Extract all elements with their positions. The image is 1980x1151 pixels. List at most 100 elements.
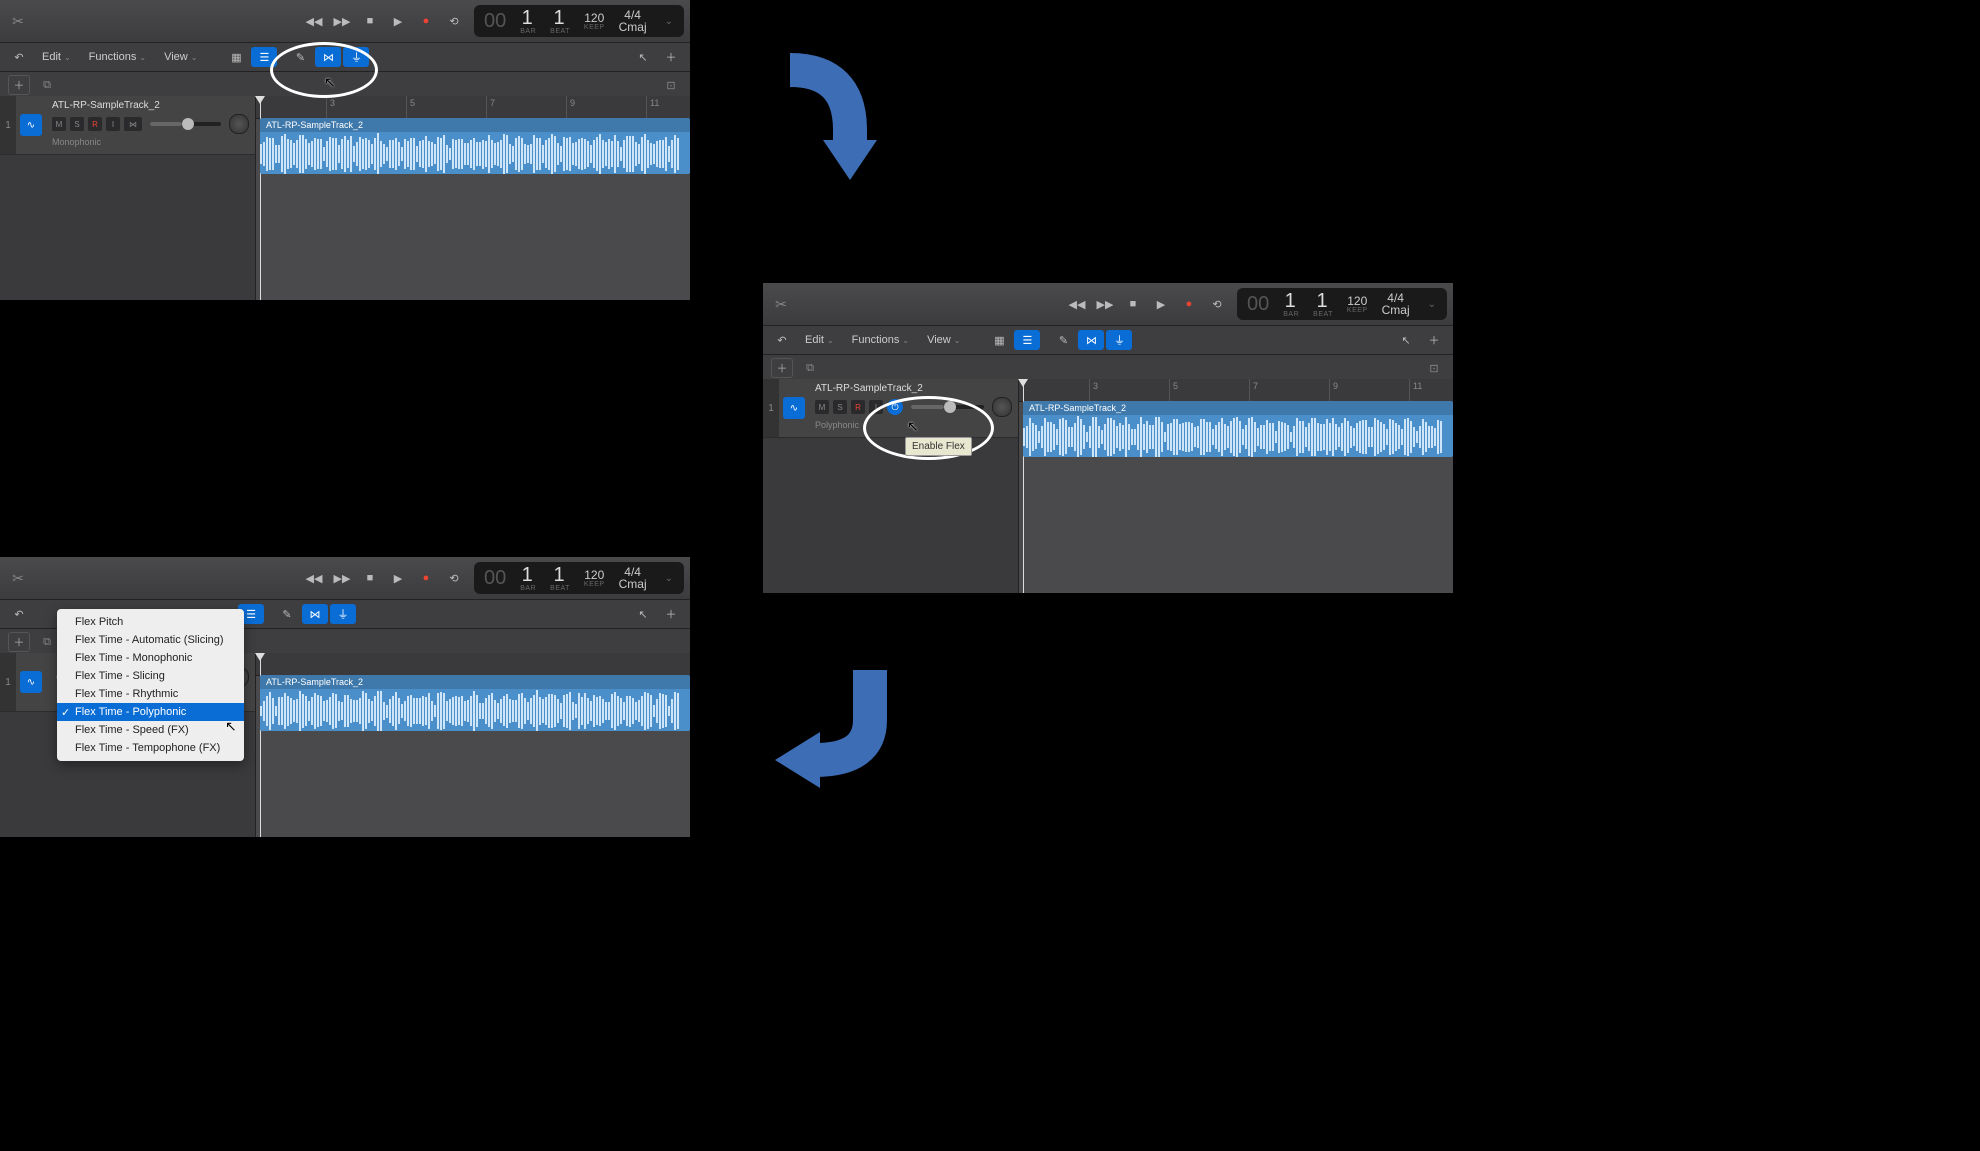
enable-flex-button[interactable]: ⏻ (887, 399, 903, 415)
ruler[interactable] (256, 653, 690, 676)
cycle-button[interactable]: ⟲ (1204, 292, 1230, 316)
add-track-button[interactable]: ＋ (771, 358, 793, 378)
scissors-icon[interactable]: ✂ (0, 570, 36, 587)
flex-toggle[interactable]: ⋈ (124, 117, 142, 131)
add-track-button[interactable]: ＋ (8, 632, 30, 652)
stop-button[interactable]: ■ (357, 9, 383, 33)
solo-button[interactable]: S (833, 400, 847, 414)
catch-icon[interactable]: ⏚ (330, 604, 356, 624)
view-menu[interactable]: View⌄ (156, 47, 205, 67)
edit-menu[interactable]: Edit⌄ (797, 330, 842, 350)
flex-mode-menu-item[interactable]: Flex Time - Monophonic (57, 649, 244, 667)
pan-knob[interactable] (992, 397, 1012, 417)
flex-mode-menu-item[interactable]: Flex Time - Tempophone (FX) (57, 739, 244, 757)
audio-region[interactable]: ATL-RP-SampleTrack_2 (260, 118, 690, 174)
scissors-icon[interactable]: ✂ (0, 13, 36, 30)
chevron-down-icon[interactable]: ⌄ (665, 573, 673, 584)
play-button[interactable]: ▶ (385, 9, 411, 33)
duplicate-track-icon[interactable]: ⧉ (799, 359, 821, 377)
grid-icon[interactable]: ▦ (986, 330, 1012, 350)
flex-icon[interactable]: ⋈ (1078, 330, 1104, 350)
pencil-icon[interactable]: ✎ (1050, 330, 1076, 350)
pencil-icon[interactable]: ✎ (287, 47, 313, 67)
edit-menu[interactable]: Edit⌄ (34, 47, 79, 67)
flex-mode-menu-item[interactable]: ✓Flex Time - Polyphonic (57, 703, 244, 721)
flex-mode-menu-item[interactable]: Flex Pitch (57, 613, 244, 631)
stop-button[interactable]: ■ (357, 566, 383, 590)
input-monitor-button[interactable]: I (106, 117, 120, 131)
pencil-icon[interactable]: ✎ (274, 604, 300, 624)
flex-icon[interactable]: ⋈ (315, 47, 341, 67)
view-menu[interactable]: View⌄ (919, 330, 968, 350)
lcd-display[interactable]: 00 1BAR 1BEAT 120KEEP 4/4Cmaj ⌄ (1237, 288, 1447, 320)
forward-button[interactable]: ▶▶ (329, 566, 355, 590)
record-button[interactable]: ● (1176, 292, 1202, 316)
cycle-button[interactable]: ⟲ (441, 566, 467, 590)
mute-button[interactable]: M (52, 117, 66, 131)
play-button[interactable]: ▶ (1148, 292, 1174, 316)
add-icon[interactable]: ＋ (1421, 330, 1447, 350)
catch-icon[interactable]: ⏚ (343, 47, 369, 67)
rewind-button[interactable]: ◀◀ (1064, 292, 1090, 316)
chevron-down-icon[interactable]: ⌄ (665, 16, 673, 27)
list-icon[interactable]: ☰ (1014, 330, 1040, 350)
record-button[interactable]: ● (413, 9, 439, 33)
back-icon[interactable]: ↶ (769, 330, 795, 350)
record-enable-button[interactable]: R (851, 400, 865, 414)
flex-mode-label[interactable]: Monophonic (52, 137, 249, 147)
arrange-area[interactable]: ATL-RP-SampleTrack_2 (256, 653, 690, 837)
grid-icon[interactable]: ▦ (223, 47, 249, 67)
audio-region[interactable]: ATL-RP-SampleTrack_2 (260, 675, 690, 731)
pointer-tool-icon[interactable]: ↖ (630, 604, 656, 624)
rewind-button[interactable]: ◀◀ (301, 9, 327, 33)
flex-mode-menu-item[interactable]: Flex Time - Rhythmic (57, 685, 244, 703)
forward-button[interactable]: ▶▶ (329, 9, 355, 33)
functions-menu[interactable]: Functions⌄ (844, 330, 917, 350)
input-monitor-button[interactable]: I (869, 400, 883, 414)
flex-mode-menu[interactable]: Flex PitchFlex Time - Automatic (Slicing… (57, 609, 244, 761)
play-button[interactable]: ▶ (385, 566, 411, 590)
forward-button[interactable]: ▶▶ (1092, 292, 1118, 316)
duplicate-track-icon[interactable]: ⧉ (36, 633, 58, 651)
solo-button[interactable]: S (70, 117, 84, 131)
pointer-tool-icon[interactable]: ↖ (1393, 330, 1419, 350)
cycle-button[interactable]: ⟲ (441, 9, 467, 33)
duplicate-track-icon[interactable]: ⧉ (36, 76, 58, 94)
track-row[interactable]: 1 ∿ ATL-RP-SampleTrack_2 M S R I ⏻ Polyp… (763, 379, 1018, 438)
lcd-display[interactable]: 00 1BAR 1BEAT 120KEEP 4/4Cmaj ⌄ (474, 562, 684, 594)
list-icon[interactable]: ☰ (251, 47, 277, 67)
track-name[interactable]: ATL-RP-SampleTrack_2 (52, 100, 249, 111)
audio-region[interactable]: ATL-RP-SampleTrack_2 (1023, 401, 1453, 457)
ruler[interactable]: 3 5 7 9 11 (1019, 379, 1453, 402)
catch-icon[interactable]: ⏚ (1106, 330, 1132, 350)
lcd-display[interactable]: 00 1BAR 1BEAT 120KEEP 4/4Cmaj ⌄ (474, 5, 684, 37)
pointer-tool-icon[interactable]: ↖ (630, 47, 656, 67)
pan-knob[interactable] (229, 114, 249, 134)
ruler[interactable]: 3 5 7 9 11 (256, 96, 690, 119)
flex-icon[interactable]: ⋈ (302, 604, 328, 624)
mute-button[interactable]: M (815, 400, 829, 414)
track-row[interactable]: 1 ∿ ATL-RP-SampleTrack_2 M S R I ⋈ Monop… (0, 96, 255, 155)
add-track-button[interactable]: ＋ (8, 75, 30, 95)
record-button[interactable]: ● (413, 566, 439, 590)
add-icon[interactable]: ＋ (658, 604, 684, 624)
flex-mode-label[interactable]: Polyphonic (815, 420, 1012, 430)
track-name[interactable]: ATL-RP-SampleTrack_2 (815, 383, 1012, 394)
chevron-down-icon[interactable]: ⌄ (1428, 299, 1436, 310)
add-icon[interactable]: ＋ (658, 47, 684, 67)
rewind-button[interactable]: ◀◀ (301, 566, 327, 590)
flex-mode-menu-item[interactable]: Flex Time - Speed (FX) (57, 721, 244, 739)
volume-slider[interactable] (911, 405, 984, 409)
record-enable-button[interactable]: R (88, 117, 102, 131)
stop-button[interactable]: ■ (1120, 292, 1146, 316)
back-icon[interactable]: ↶ (6, 47, 32, 67)
catch-playhead-icon[interactable]: ⊡ (1423, 359, 1445, 377)
arrange-area[interactable]: 3 5 7 9 11 ATL-RP-SampleTrack_2 (256, 96, 690, 300)
arrange-area[interactable]: 3 5 7 9 11 ATL-RP-SampleTrack_2 (1019, 379, 1453, 593)
back-icon[interactable]: ↶ (6, 604, 32, 624)
flex-mode-menu-item[interactable]: Flex Time - Slicing (57, 667, 244, 685)
scissors-icon[interactable]: ✂ (763, 296, 799, 313)
volume-slider[interactable] (150, 122, 221, 126)
functions-menu[interactable]: Functions⌄ (81, 47, 154, 67)
catch-playhead-icon[interactable]: ⊡ (660, 76, 682, 94)
